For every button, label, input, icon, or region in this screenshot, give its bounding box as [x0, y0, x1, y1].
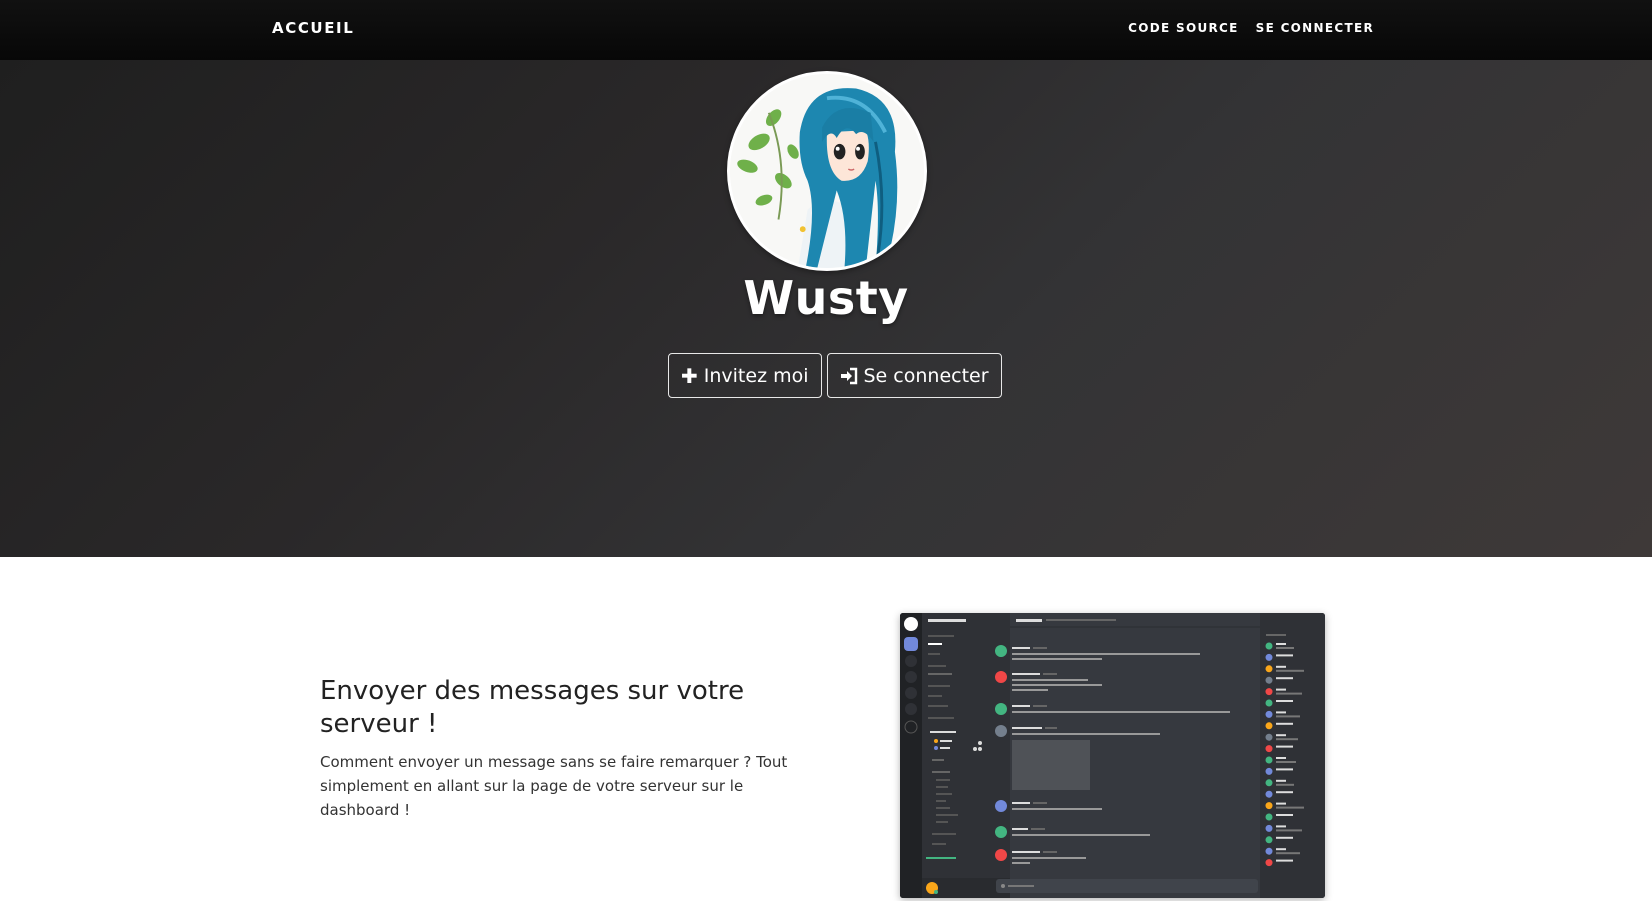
- nav-links: CODE SOURCE SE CONNECTER: [1128, 21, 1374, 35]
- nav-login-link[interactable]: SE CONNECTER: [1256, 21, 1374, 35]
- login-button[interactable]: Se connecter: [826, 353, 1002, 398]
- dashboard-preview-image: [900, 613, 1325, 898]
- nav-home-link[interactable]: ACCUEIL: [272, 19, 354, 37]
- invite-button[interactable]: ✚ Invitez moi: [668, 353, 822, 398]
- sign-in-icon: [840, 367, 858, 385]
- bot-name-title: Wusty: [743, 271, 909, 325]
- plus-icon: ✚: [681, 363, 698, 388]
- bot-avatar-image: [730, 74, 924, 268]
- discord-screenshot: [900, 613, 1325, 898]
- top-navbar: ACCUEIL CODE SOURCE SE CONNECTER: [0, 0, 1652, 60]
- bot-avatar: [727, 71, 927, 271]
- invite-button-label: Invitez moi: [703, 364, 809, 387]
- feature-description: Comment envoyer un message sans se faire…: [320, 753, 788, 819]
- hero-buttons: ✚ Invitez moi Se connecter: [668, 353, 1002, 398]
- nav-source-code-link[interactable]: CODE SOURCE: [1128, 21, 1238, 35]
- feature-title: Envoyer des messages sur votre serveur !: [320, 676, 745, 739]
- login-button-label: Se connecter: [863, 364, 989, 387]
- hero-section: Wusty ✚ Invitez moi Se connecter: [0, 60, 1652, 557]
